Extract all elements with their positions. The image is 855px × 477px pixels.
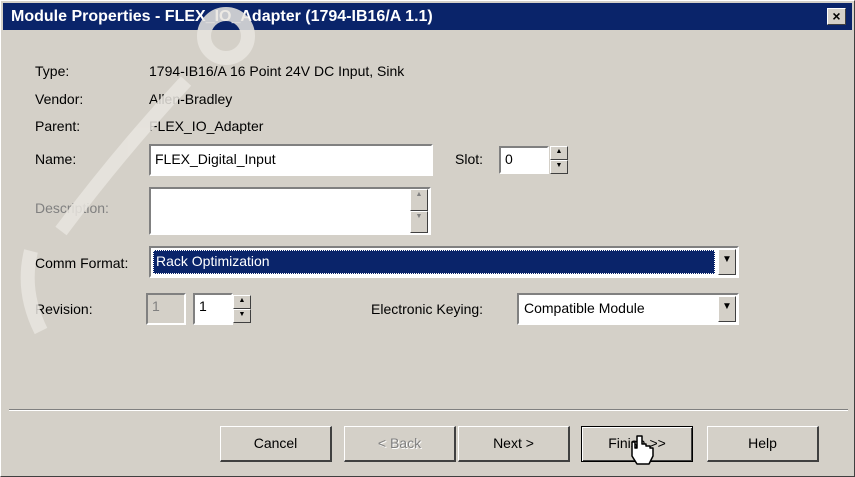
vendor-label: Vendor: (35, 91, 84, 107)
name-label: Name: (35, 151, 77, 167)
slot-spinner[interactable]: ▲ ▼ (550, 146, 568, 174)
scroll-down-icon[interactable]: ▼ (410, 211, 428, 233)
close-button[interactable]: × (827, 8, 846, 25)
scroll-up-icon[interactable]: ▲ (410, 189, 428, 211)
spin-down-icon[interactable]: ▼ (550, 160, 568, 174)
electronic-keying-selected: Compatible Module (524, 300, 645, 316)
finish-button[interactable]: Finish >> (581, 426, 693, 462)
title-bar[interactable]: Module Properties - FLEX_IO_Adapter (179… (3, 3, 852, 30)
electronic-keying-label: Electronic Keying: (371, 301, 484, 317)
description-scrollbar[interactable]: ▲ ▼ (410, 189, 428, 233)
chevron-down-icon[interactable]: ▼ (718, 249, 736, 275)
help-button[interactable]: Help (707, 426, 819, 462)
revision-label: Revision: (35, 301, 93, 317)
type-label: Type: (35, 63, 70, 79)
description-field[interactable] (149, 187, 431, 235)
window-title: Module Properties - FLEX_IO_Adapter (179… (11, 8, 433, 25)
vendor-value: Allen-Bradley (149, 91, 233, 107)
comm-format-dropdown[interactable]: Rack Optimization ▼ (149, 246, 739, 278)
next-button[interactable]: Next > (458, 426, 570, 462)
slot-label: Slot: (455, 151, 484, 167)
cancel-button[interactable]: Cancel (220, 426, 332, 462)
back-button[interactable]: < Back (344, 426, 456, 462)
type-value: 1794-IB16/A 16 Point 24V DC Input, Sink (149, 63, 405, 79)
parent-label: Parent: (35, 118, 81, 134)
module-properties-dialog: Module Properties - FLEX_IO_Adapter (179… (0, 0, 855, 477)
description-label: Description: (35, 200, 109, 216)
electronic-keying-dropdown[interactable]: Compatible Module ▼ (517, 293, 739, 325)
revision-minor-field[interactable]: 1 (193, 293, 233, 325)
parent-value: FLEX_IO_Adapter (149, 118, 264, 134)
spin-up-icon[interactable]: ▲ (233, 295, 251, 309)
close-icon: × (832, 8, 841, 24)
chevron-down-icon[interactable]: ▼ (718, 296, 736, 322)
spin-down-icon[interactable]: ▼ (233, 309, 251, 323)
revision-major-field: 1 (146, 293, 186, 325)
name-field[interactable]: FLEX_Digital_Input (149, 144, 433, 176)
slot-field[interactable]: 0 (499, 146, 549, 174)
comm-format-selected: Rack Optimization (153, 250, 715, 274)
revision-spinner[interactable]: ▲ ▼ (233, 295, 251, 323)
comm-format-label: Comm Format: (35, 255, 129, 271)
separator-line (9, 409, 848, 411)
spin-up-icon[interactable]: ▲ (550, 146, 568, 160)
